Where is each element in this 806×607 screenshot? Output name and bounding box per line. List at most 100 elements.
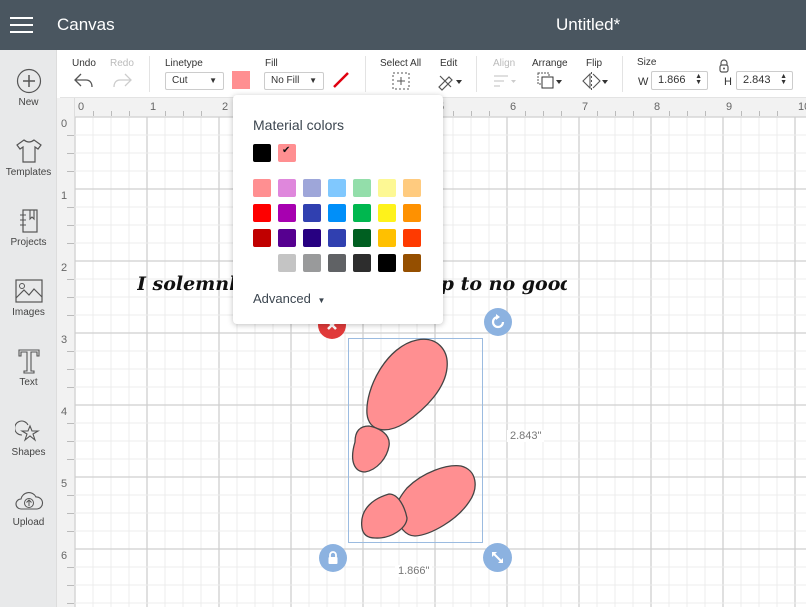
palette-color-swatch[interactable] [253, 204, 271, 222]
recent-color-swatch[interactable] [278, 144, 296, 162]
height-input[interactable]: 2.843 ▲ ▼ [736, 71, 793, 90]
sidebar-item-label: Shapes [11, 447, 46, 458]
palette-color-swatch[interactable] [278, 204, 296, 222]
fill-select[interactable]: No Fill ▼ [264, 72, 324, 90]
footprint-sole-bottom [394, 465, 476, 537]
sidebar-item-text[interactable]: Text [0, 348, 57, 418]
resize-arrows-icon [492, 552, 503, 563]
palette-color-swatch[interactable] [403, 204, 421, 222]
sidebar-item-templates[interactable]: Templates [0, 138, 57, 208]
app-header: Canvas Untitled* [0, 0, 806, 50]
size-lock-button[interactable] [716, 58, 732, 74]
sidebar-item-images[interactable]: Images [0, 278, 57, 348]
toolbar: Undo Redo Linetype Cut ▼ Fill No Fill ▼ Se… [60, 50, 806, 98]
plus-circle-icon [16, 68, 41, 94]
lock-handle[interactable] [319, 544, 347, 572]
footprint-heel-bottom [361, 493, 408, 539]
ruler-tick [561, 111, 562, 116]
stepper-icon[interactable]: ▲ ▼ [780, 73, 787, 86]
flip-icon [582, 72, 608, 90]
rotate-icon [491, 314, 505, 329]
linetype-select[interactable]: Cut ▼ [165, 72, 224, 90]
edit-button[interactable] [436, 71, 464, 91]
palette-color-swatch[interactable] [328, 254, 346, 272]
palette-color-swatch[interactable] [353, 179, 371, 197]
rotate-handle[interactable] [484, 308, 512, 336]
document-title[interactable]: Untitled* [556, 15, 620, 35]
text-icon [17, 349, 40, 374]
palette-color-swatch[interactable] [328, 179, 346, 197]
sidebar-item-projects[interactable]: Projects [0, 208, 57, 278]
palette-color-swatch[interactable] [278, 254, 296, 272]
ruler-tick [777, 111, 778, 116]
palette-color-swatch[interactable] [253, 229, 271, 247]
fill-color-button[interactable] [331, 70, 351, 90]
ruler-tick [201, 111, 202, 116]
palette-color-swatch[interactable] [378, 179, 396, 197]
palette-color-swatch[interactable] [253, 254, 271, 272]
palette-color-swatch[interactable] [403, 229, 421, 247]
fill-value: No Fill [271, 75, 300, 86]
palette-color-swatch[interactable] [278, 229, 296, 247]
ruler-tick [67, 387, 74, 388]
palette-color-swatch[interactable] [353, 254, 371, 272]
hamburger-menu-icon[interactable] [10, 17, 33, 34]
ruler-tick [67, 315, 74, 316]
palette-color-swatch[interactable] [378, 229, 396, 247]
palette-color-swatch[interactable] [403, 179, 421, 197]
sidebar-item-upload[interactable]: Upload [0, 488, 57, 558]
palette-color-swatch[interactable] [378, 254, 396, 272]
image-icon [14, 279, 43, 303]
recent-color-swatch[interactable] [253, 144, 271, 162]
chevron-down-icon: ▼ [309, 76, 317, 85]
app-title: Canvas [57, 15, 115, 34]
shapes-icon [14, 420, 40, 442]
align-button[interactable] [492, 72, 518, 90]
palette-color-swatch[interactable] [303, 179, 321, 197]
palette-color-swatch[interactable] [303, 254, 321, 272]
ruler-tick [67, 459, 74, 460]
ruler-y-label: 1 [61, 190, 68, 202]
select-all-button[interactable] [392, 72, 410, 90]
advanced-toggle[interactable]: Advanced ▼ [253, 291, 325, 306]
undo-icon [74, 73, 93, 88]
redo-button[interactable] [110, 71, 134, 91]
palette-color-swatch[interactable] [353, 229, 371, 247]
undo-button[interactable] [72, 71, 96, 91]
flip-button[interactable] [580, 71, 610, 91]
ruler-tick [525, 111, 526, 116]
height-value: 2.843 [743, 74, 771, 86]
footprint-sole-top [366, 338, 448, 431]
linetype-value: Cut [172, 75, 188, 86]
line-color-swatch[interactable] [232, 71, 250, 89]
ruler-x-label: 0 [78, 101, 85, 113]
palette-color-swatch[interactable] [353, 204, 371, 222]
arrange-label: Arrange [532, 58, 568, 69]
ruler-tick [597, 111, 598, 116]
width-input[interactable]: 1.866 ▲ ▼ [651, 71, 708, 90]
arrange-button[interactable] [536, 71, 564, 91]
ruler-tick [111, 111, 112, 116]
sidebar-item-shapes[interactable]: Shapes [0, 418, 57, 488]
ruler-y-label: 6 [61, 550, 68, 562]
palette-color-swatch[interactable] [328, 204, 346, 222]
ruler-x-label: 8 [654, 101, 661, 113]
ruler-x-label: 7 [582, 101, 589, 113]
palette-color-swatch[interactable] [278, 179, 296, 197]
resize-handle[interactable] [483, 543, 512, 572]
ruler-tick [67, 225, 74, 226]
no-fill-icon [333, 72, 349, 88]
palette-color-swatch[interactable] [253, 179, 271, 197]
popup-title: Material colors [253, 117, 345, 133]
palette-color-swatch[interactable] [303, 229, 321, 247]
ruler-x-label: 1 [150, 101, 157, 113]
palette-color-swatch[interactable] [328, 229, 346, 247]
palette-color-swatch[interactable] [303, 204, 321, 222]
palette-color-swatch[interactable] [378, 204, 396, 222]
stepper-icon[interactable]: ▲ ▼ [695, 73, 702, 86]
sidebar-item-new[interactable]: New [0, 68, 57, 138]
caret-down-icon: ▼ [317, 296, 326, 305]
footprints-shape[interactable] [347, 338, 487, 548]
ruler-tick [67, 567, 74, 568]
palette-color-swatch[interactable] [403, 254, 421, 272]
